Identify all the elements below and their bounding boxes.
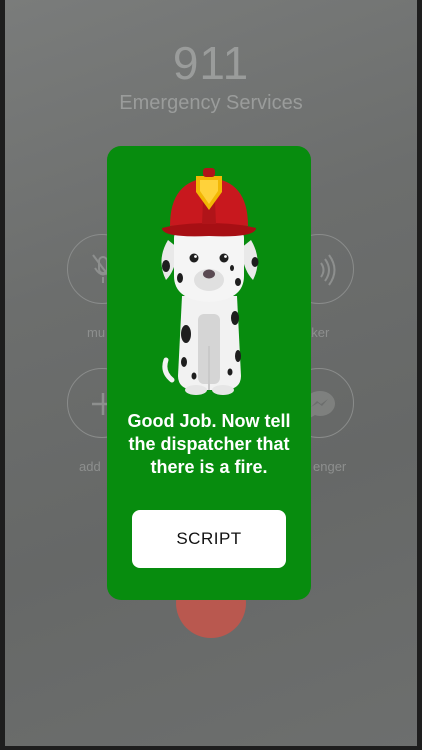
instruction-message: Good Job. Now tell the dispatcher that t… [127, 411, 291, 477]
speaker-label: aker [304, 325, 330, 340]
messenger-label: enger [313, 459, 347, 474]
caller-name: Emergency Services [119, 92, 303, 114]
firefighter-dog-icon [161, 168, 259, 395]
device-frame-left [0, 0, 5, 750]
caller-number: 911 [172, 37, 250, 89]
script-button[interactable]: SCRIPT [132, 510, 286, 568]
call-screen: 911 Emergency Services mu aker add enger… [0, 0, 422, 750]
instruction-card: Good Job. Now tell the dispatcher that t… [107, 146, 311, 600]
device-frame-bottom [0, 746, 422, 750]
device-frame-right [417, 0, 422, 750]
